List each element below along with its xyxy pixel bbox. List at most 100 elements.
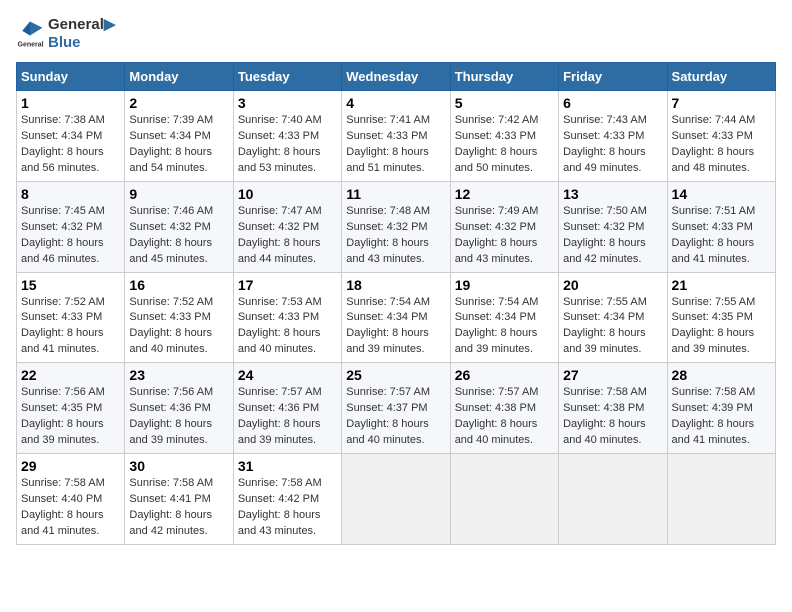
calendar-cell: 26 Sunrise: 7:57 AM Sunset: 4:38 PM Dayl… <box>450 363 558 454</box>
sunset-label: Sunset: 4:32 PM <box>563 221 644 233</box>
daylight-label: Daylight: 8 hours and 39 minutes. <box>563 327 646 355</box>
daylight-label: Daylight: 8 hours and 51 minutes. <box>346 146 429 174</box>
sunset-label: Sunset: 4:36 PM <box>129 402 210 414</box>
sunrise-label: Sunrise: 7:50 AM <box>563 205 647 217</box>
day-header: Thursday <box>450 63 558 91</box>
daylight-label: Daylight: 8 hours and 43 minutes. <box>346 237 429 265</box>
daylight-label: Daylight: 8 hours and 39 minutes. <box>346 327 429 355</box>
calendar-cell: 6 Sunrise: 7:43 AM Sunset: 4:33 PM Dayli… <box>559 91 667 182</box>
calendar-cell: 17 Sunrise: 7:53 AM Sunset: 4:33 PM Dayl… <box>233 272 341 363</box>
sunset-label: Sunset: 4:33 PM <box>672 130 753 142</box>
daylight-label: Daylight: 8 hours and 39 minutes. <box>672 327 755 355</box>
daylight-label: Daylight: 8 hours and 39 minutes. <box>129 418 212 446</box>
daylight-label: Daylight: 8 hours and 39 minutes. <box>455 327 538 355</box>
sunset-label: Sunset: 4:37 PM <box>346 402 427 414</box>
day-info: Sunrise: 7:57 AM Sunset: 4:36 PM Dayligh… <box>238 385 337 449</box>
sunset-label: Sunset: 4:32 PM <box>21 221 102 233</box>
day-info: Sunrise: 7:57 AM Sunset: 4:37 PM Dayligh… <box>346 385 445 449</box>
day-info: Sunrise: 7:41 AM Sunset: 4:33 PM Dayligh… <box>346 113 445 177</box>
calendar-cell: 31 Sunrise: 7:58 AM Sunset: 4:42 PM Dayl… <box>233 454 341 545</box>
day-info: Sunrise: 7:54 AM Sunset: 4:34 PM Dayligh… <box>455 295 554 359</box>
day-number: 7 <box>672 95 771 111</box>
sunset-label: Sunset: 4:34 PM <box>563 311 644 323</box>
daylight-label: Daylight: 8 hours and 54 minutes. <box>129 146 212 174</box>
day-info: Sunrise: 7:47 AM Sunset: 4:32 PM Dayligh… <box>238 204 337 268</box>
day-info: Sunrise: 7:52 AM Sunset: 4:33 PM Dayligh… <box>129 295 228 359</box>
day-info: Sunrise: 7:56 AM Sunset: 4:36 PM Dayligh… <box>129 385 228 449</box>
daylight-label: Daylight: 8 hours and 44 minutes. <box>238 237 321 265</box>
sunset-label: Sunset: 4:33 PM <box>129 311 210 323</box>
calendar-cell: 24 Sunrise: 7:57 AM Sunset: 4:36 PM Dayl… <box>233 363 341 454</box>
daylight-label: Daylight: 8 hours and 41 minutes. <box>21 509 104 537</box>
sunset-label: Sunset: 4:38 PM <box>563 402 644 414</box>
day-number: 9 <box>129 186 228 202</box>
sunrise-label: Sunrise: 7:58 AM <box>672 386 756 398</box>
logo-line2: Blue <box>48 34 115 52</box>
day-info: Sunrise: 7:46 AM Sunset: 4:32 PM Dayligh… <box>129 204 228 268</box>
sunrise-label: Sunrise: 7:54 AM <box>455 296 539 308</box>
calendar-cell: 20 Sunrise: 7:55 AM Sunset: 4:34 PM Dayl… <box>559 272 667 363</box>
day-number: 20 <box>563 277 662 293</box>
sunrise-label: Sunrise: 7:55 AM <box>563 296 647 308</box>
day-number: 15 <box>21 277 120 293</box>
sunrise-label: Sunrise: 7:56 AM <box>21 386 105 398</box>
sunrise-label: Sunrise: 7:58 AM <box>238 477 322 489</box>
sunset-label: Sunset: 4:41 PM <box>129 493 210 505</box>
sunrise-label: Sunrise: 7:47 AM <box>238 205 322 217</box>
daylight-label: Daylight: 8 hours and 46 minutes. <box>21 237 104 265</box>
calendar-cell: 12 Sunrise: 7:49 AM Sunset: 4:32 PM Dayl… <box>450 181 558 272</box>
sunrise-label: Sunrise: 7:43 AM <box>563 114 647 126</box>
sunset-label: Sunset: 4:32 PM <box>129 221 210 233</box>
day-number: 12 <box>455 186 554 202</box>
day-info: Sunrise: 7:40 AM Sunset: 4:33 PM Dayligh… <box>238 113 337 177</box>
day-info: Sunrise: 7:45 AM Sunset: 4:32 PM Dayligh… <box>21 204 120 268</box>
day-info: Sunrise: 7:39 AM Sunset: 4:34 PM Dayligh… <box>129 113 228 177</box>
calendar-cell: 19 Sunrise: 7:54 AM Sunset: 4:34 PM Dayl… <box>450 272 558 363</box>
day-header: Tuesday <box>233 63 341 91</box>
calendar-cell <box>559 454 667 545</box>
sunset-label: Sunset: 4:34 PM <box>455 311 536 323</box>
sunrise-label: Sunrise: 7:39 AM <box>129 114 213 126</box>
sunrise-label: Sunrise: 7:44 AM <box>672 114 756 126</box>
sunrise-label: Sunrise: 7:38 AM <box>21 114 105 126</box>
sunset-label: Sunset: 4:35 PM <box>672 311 753 323</box>
day-info: Sunrise: 7:56 AM Sunset: 4:35 PM Dayligh… <box>21 385 120 449</box>
calendar-cell: 30 Sunrise: 7:58 AM Sunset: 4:41 PM Dayl… <box>125 454 233 545</box>
daylight-label: Daylight: 8 hours and 43 minutes. <box>238 509 321 537</box>
calendar-cell <box>342 454 450 545</box>
sunset-label: Sunset: 4:42 PM <box>238 493 319 505</box>
calendar-cell: 9 Sunrise: 7:46 AM Sunset: 4:32 PM Dayli… <box>125 181 233 272</box>
day-header: Friday <box>559 63 667 91</box>
sunset-label: Sunset: 4:33 PM <box>563 130 644 142</box>
day-info: Sunrise: 7:50 AM Sunset: 4:32 PM Dayligh… <box>563 204 662 268</box>
day-number: 23 <box>129 367 228 383</box>
logo: General General▶ Blue <box>16 16 115 52</box>
day-number: 14 <box>672 186 771 202</box>
calendar-body: 1 Sunrise: 7:38 AM Sunset: 4:34 PM Dayli… <box>17 91 776 545</box>
day-header: Sunday <box>17 63 125 91</box>
day-info: Sunrise: 7:42 AM Sunset: 4:33 PM Dayligh… <box>455 113 554 177</box>
day-info: Sunrise: 7:52 AM Sunset: 4:33 PM Dayligh… <box>21 295 120 359</box>
sunset-label: Sunset: 4:33 PM <box>672 221 753 233</box>
day-number: 22 <box>21 367 120 383</box>
calendar-cell: 27 Sunrise: 7:58 AM Sunset: 4:38 PM Dayl… <box>559 363 667 454</box>
sunrise-label: Sunrise: 7:56 AM <box>129 386 213 398</box>
sunset-label: Sunset: 4:34 PM <box>21 130 102 142</box>
daylight-label: Daylight: 8 hours and 41 minutes. <box>21 327 104 355</box>
calendar-cell: 7 Sunrise: 7:44 AM Sunset: 4:33 PM Dayli… <box>667 91 775 182</box>
calendar-cell: 25 Sunrise: 7:57 AM Sunset: 4:37 PM Dayl… <box>342 363 450 454</box>
day-info: Sunrise: 7:48 AM Sunset: 4:32 PM Dayligh… <box>346 204 445 268</box>
logo-line1: General▶ <box>48 16 115 34</box>
page-header: General General▶ Blue <box>16 16 776 52</box>
sunrise-label: Sunrise: 7:42 AM <box>455 114 539 126</box>
sunset-label: Sunset: 4:32 PM <box>238 221 319 233</box>
calendar-cell: 22 Sunrise: 7:56 AM Sunset: 4:35 PM Dayl… <box>17 363 125 454</box>
sunset-label: Sunset: 4:33 PM <box>238 311 319 323</box>
calendar-week-row: 22 Sunrise: 7:56 AM Sunset: 4:35 PM Dayl… <box>17 363 776 454</box>
daylight-label: Daylight: 8 hours and 48 minutes. <box>672 146 755 174</box>
calendar-cell: 18 Sunrise: 7:54 AM Sunset: 4:34 PM Dayl… <box>342 272 450 363</box>
sunrise-label: Sunrise: 7:48 AM <box>346 205 430 217</box>
calendar-week-row: 15 Sunrise: 7:52 AM Sunset: 4:33 PM Dayl… <box>17 272 776 363</box>
day-number: 4 <box>346 95 445 111</box>
sunset-label: Sunset: 4:39 PM <box>672 402 753 414</box>
